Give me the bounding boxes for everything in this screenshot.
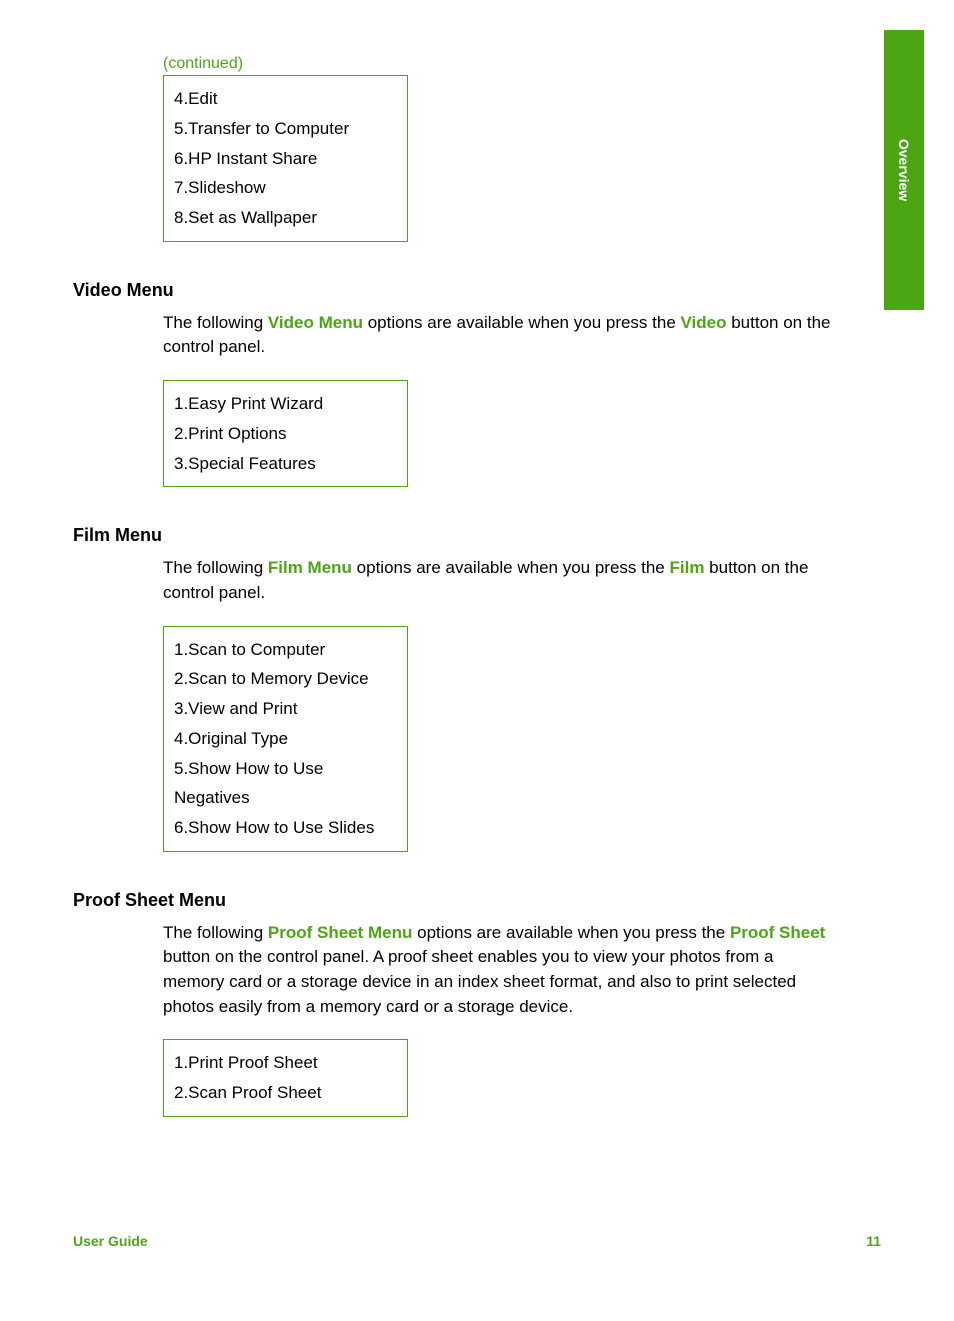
- text: The following: [163, 923, 268, 942]
- proof-sheet-paragraph: The following Proof Sheet Menu options a…: [163, 921, 834, 1020]
- page: Overview (continued) 4.Edit 5.Transfer t…: [0, 0, 954, 1321]
- list-item: 8.Set as Wallpaper: [174, 203, 397, 233]
- highlight-proof-sheet-menu: Proof Sheet Menu: [268, 923, 413, 942]
- footer-left: User Guide: [73, 1233, 148, 1249]
- side-tab: Overview: [884, 30, 924, 310]
- video-menu-box: 1.Easy Print Wizard 2.Print Options 3.Sp…: [163, 380, 408, 487]
- highlight-video: Video: [681, 313, 727, 332]
- list-item: 5.Transfer to Computer: [174, 114, 397, 144]
- section-heading-video: Video Menu: [73, 280, 834, 301]
- list-item: 4.Edit: [174, 84, 397, 114]
- list-item: 6.HP Instant Share: [174, 144, 397, 174]
- footer: User Guide 11: [73, 1233, 881, 1249]
- section-heading-film: Film Menu: [73, 525, 834, 546]
- list-item: 3.View and Print: [174, 694, 397, 724]
- text: The following: [163, 558, 268, 577]
- highlight-video-menu: Video Menu: [268, 313, 363, 332]
- list-item: 7.Slideshow: [174, 173, 397, 203]
- list-item: 5.Show How to Use Negatives: [174, 754, 397, 814]
- content-area: (continued) 4.Edit 5.Transfer to Compute…: [73, 55, 834, 1117]
- list-item: 1.Print Proof Sheet: [174, 1048, 397, 1078]
- list-item: 1.Scan to Computer: [174, 635, 397, 665]
- text: options are available when you press the: [363, 313, 681, 332]
- highlight-film-menu: Film Menu: [268, 558, 352, 577]
- list-item: 4.Original Type: [174, 724, 397, 754]
- video-menu-paragraph: The following Video Menu options are ava…: [163, 311, 834, 360]
- film-menu-box: 1.Scan to Computer 2.Scan to Memory Devi…: [163, 626, 408, 852]
- text: options are available when you press the: [352, 558, 670, 577]
- list-item: 3.Special Features: [174, 449, 397, 479]
- list-item: 2.Scan to Memory Device: [174, 664, 397, 694]
- footer-page-number: 11: [866, 1233, 881, 1249]
- section-heading-proof-sheet: Proof Sheet Menu: [73, 890, 834, 911]
- highlight-film: Film: [669, 558, 704, 577]
- highlight-proof-sheet: Proof Sheet: [730, 923, 825, 942]
- continued-label: (continued): [163, 55, 834, 73]
- list-item: 2.Scan Proof Sheet: [174, 1078, 397, 1108]
- text: The following: [163, 313, 268, 332]
- proof-sheet-box: 1.Print Proof Sheet 2.Scan Proof Sheet: [163, 1039, 408, 1117]
- list-item: 6.Show How to Use Slides: [174, 813, 397, 843]
- film-menu-paragraph: The following Film Menu options are avai…: [163, 556, 834, 605]
- list-item: 1.Easy Print Wizard: [174, 389, 397, 419]
- text: button on the control panel. A proof she…: [163, 947, 796, 1015]
- continued-box: 4.Edit 5.Transfer to Computer 6.HP Insta…: [163, 75, 408, 242]
- side-tab-label: Overview: [896, 139, 912, 201]
- list-item: 2.Print Options: [174, 419, 397, 449]
- text: options are available when you press the: [412, 923, 730, 942]
